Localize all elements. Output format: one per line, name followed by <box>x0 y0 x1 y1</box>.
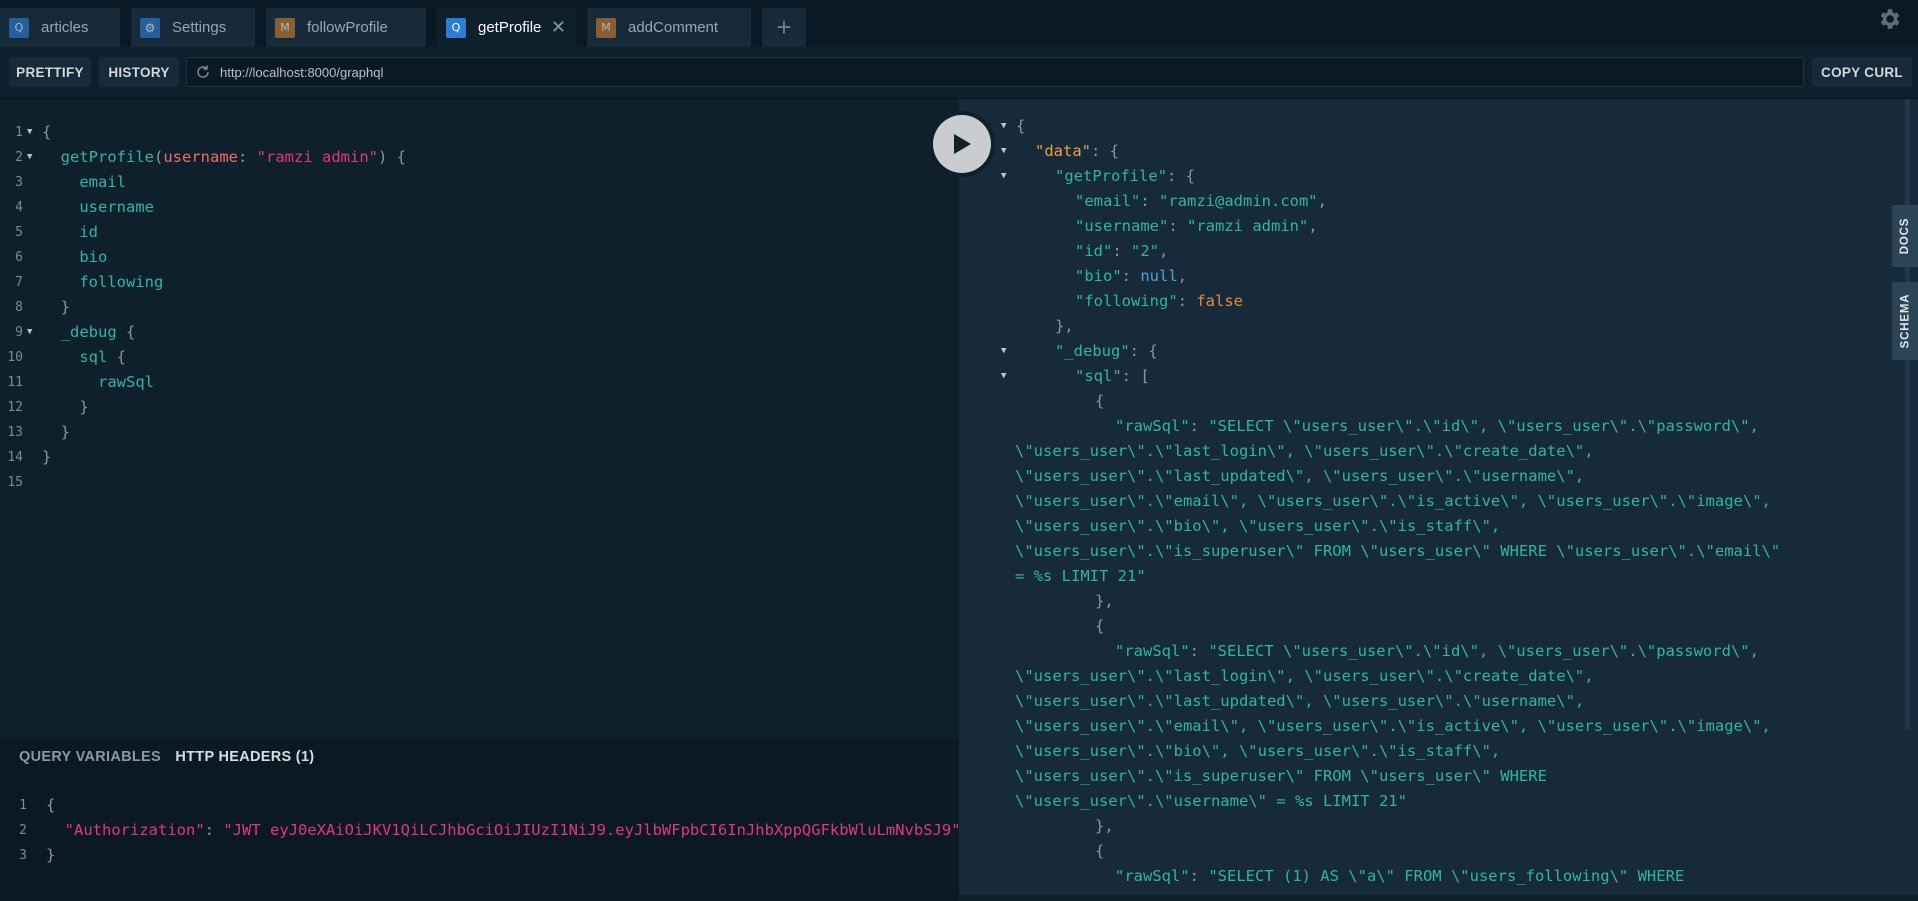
schema-side-tab[interactable]: SCHEMA <box>1892 282 1918 360</box>
toolbar: PRETTIFY HISTORY http://localhost:8000/g… <box>0 47 1918 99</box>
play-icon <box>954 134 971 154</box>
tab-label: addComment <box>628 19 719 36</box>
tab-label: followProfile <box>307 19 388 36</box>
editor-line: 13 } <box>7 423 71 441</box>
editor-line: 10 sql { <box>7 348 126 366</box>
fold-arrow-icon[interactable]: ▼ <box>1001 339 1006 364</box>
headers-line[interactable]: 2 "Authorization": "JWT eyJ0eXAiOiJKV1Qi… <box>0 818 959 843</box>
tab-settings[interactable]: ⚙ Settings <box>131 8 255 47</box>
editor-line: 3 email <box>15 173 126 191</box>
copy-curl-button[interactable]: COPY CURL <box>1812 57 1912 87</box>
fold-arrow-icon[interactable]: ▼ <box>27 120 32 145</box>
tab-query-variables[interactable]: QUERY VARIABLES <box>19 749 161 765</box>
editor-line: 9 ▼ _debug { <box>0 320 959 345</box>
reload-icon[interactable] <box>195 64 211 80</box>
query-editor[interactable]: 1 ▼{ 2 ▼ getProfile(username: "ramzi admin… <box>0 99 959 739</box>
execute-query-button[interactable] <box>929 111 995 177</box>
editor-line: 7 following <box>15 273 164 291</box>
headers-line[interactable]: 3} <box>0 843 959 868</box>
fold-arrow-icon[interactable]: ▼ <box>1001 114 1006 139</box>
endpoint-url: http://localhost:8000/graphql <box>220 64 384 80</box>
variables-headers-panel: QUERY VARIABLES HTTP HEADERS (1) 1{ 2 "A… <box>0 739 959 901</box>
tab-label: getProfile <box>478 19 542 36</box>
fold-arrow-icon[interactable]: ▼ <box>1001 164 1006 189</box>
query-badge-icon: Q <box>9 17 29 38</box>
tab-getprofile[interactable]: Q getProfile ✕ <box>437 8 576 47</box>
prettify-button[interactable]: PRETTIFY <box>9 57 91 87</box>
tab-articles[interactable]: Q articles <box>0 8 120 47</box>
editor-line: 5 id <box>15 223 98 241</box>
fold-arrow-icon[interactable]: ▼ <box>1001 364 1006 389</box>
tab-label: articles <box>41 19 89 36</box>
endpoint-url-input[interactable]: http://localhost:8000/graphql <box>186 57 1804 87</box>
result-scrollbar[interactable] <box>1905 99 1910 729</box>
tab-http-headers[interactable]: HTTP HEADERS (1) <box>175 749 314 765</box>
editor-line: 4 username <box>15 198 154 216</box>
editor-line: 8 } <box>15 298 71 316</box>
tab-addcomment[interactable]: M addComment <box>587 8 751 47</box>
editor-line: 14} <box>7 448 52 466</box>
mutation-badge-icon: M <box>275 17 295 38</box>
editor-line: 6 bio <box>15 248 108 266</box>
editor-line: 11 rawSql <box>7 373 154 391</box>
tab-label: Settings <box>172 19 227 36</box>
editor-line: 1 ▼{ <box>0 120 959 145</box>
result-viewer[interactable]: ▼{ ▼ "data": { ▼ "getProfile": { "email": … <box>959 99 1918 895</box>
fold-arrow-icon[interactable]: ▼ <box>27 145 32 170</box>
tab-followprofile[interactable]: M followProfile <box>266 8 426 47</box>
docs-side-tab[interactable]: DOCS <box>1892 205 1918 267</box>
mutation-badge-icon: M <box>596 17 616 38</box>
history-button[interactable]: HISTORY <box>99 57 179 87</box>
query-badge-icon: Q <box>446 17 466 38</box>
fold-arrow-icon[interactable]: ▼ <box>27 320 32 345</box>
tab-bar: Q articles ⚙ Settings M followProfile Q … <box>0 0 1918 47</box>
fold-arrow-icon[interactable]: ▼ <box>1001 139 1006 164</box>
add-tab-button[interactable]: + <box>762 8 806 47</box>
close-tab-icon[interactable]: ✕ <box>551 17 566 38</box>
editor-line: 12 } <box>7 398 89 416</box>
settings-badge-icon: ⚙ <box>140 17 160 38</box>
headers-line[interactable]: 1{ <box>0 793 959 818</box>
gear-icon[interactable] <box>1876 6 1902 32</box>
editor-line: 2 ▼ getProfile(username: "ramzi admin") { <box>0 145 959 170</box>
editor-line: 15 <box>7 475 23 490</box>
